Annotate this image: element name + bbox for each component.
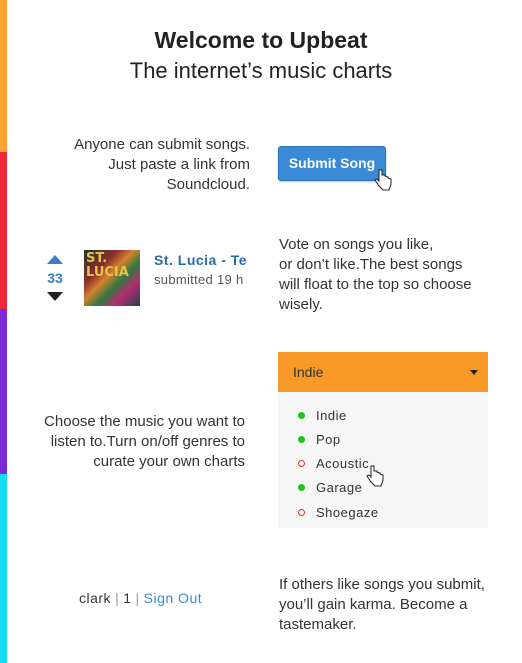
genre-option-indie[interactable]: Indie [298,408,347,423]
submit-text-line: Just paste a link from [108,156,250,173]
karma-count: 1 [123,590,132,606]
karma-text-line: If others like songs you submit, [279,576,485,593]
genre-option-acoustic[interactable]: Acoustic [298,456,369,471]
color-stripe-red [0,152,7,309]
karma-text-line: tastemaker. [279,616,357,633]
karma-description: If others like songs you submit, you’ll … [279,575,519,635]
triangle-up-icon[interactable] [47,255,63,264]
separator: | [135,590,140,606]
genre-description: Choose the music you want to listen to.T… [15,412,245,472]
vote-text-line: wisely. [279,296,323,313]
genre-label: Shoegaze [316,505,379,520]
genre-label: Pop [316,432,341,447]
genre-dropdown[interactable]: Indie [278,352,488,392]
user-info: clark | 1 | Sign Out [79,590,202,606]
genre-option-shoegaze[interactable]: Shoegaze [298,505,379,520]
song-title-link[interactable]: St. Lucia - Te [154,252,247,268]
vote-count: 33 [47,270,63,286]
genre-on-dot-icon [298,436,305,443]
genre-off-dot-icon [298,460,305,467]
submit-text-line: Anyone can submit songs. [74,136,250,153]
vote-text-line: will float to the top so choose [279,276,472,293]
vote-text-line: Vote on songs you like, [279,236,434,253]
genre-text-line: Choose the music you want to [44,413,245,430]
genre-label: Garage [316,480,363,495]
hand-cursor-icon [366,465,384,487]
karma-text-line: you’ll gain karma. Become a [279,596,468,613]
caret-down-icon [470,370,478,375]
username[interactable]: clark [79,590,111,606]
page-subtitle: The internet’s music charts [129,58,393,83]
genre-text-line: curate your own charts [93,453,245,470]
song-card: 33 ST. LUCIA St. Lucia - Te submitted 19… [40,250,250,310]
submit-song-button[interactable]: Submit Song [278,146,386,181]
dropdown-selected: Indie [293,364,324,380]
genre-option-garage[interactable]: Garage [298,480,362,495]
hand-cursor-icon [374,169,392,191]
submit-text-line: Soundcloud. [166,176,250,193]
vote-description: Vote on songs you like, or don’t like.Th… [279,235,519,315]
genre-text-line: listen to.Turn on/off genres to [50,433,245,450]
genre-on-dot-icon [298,484,305,491]
color-stripe-cyan [0,474,7,663]
genre-label: Indie [316,408,347,423]
song-thumbnail[interactable]: ST. LUCIA [84,250,140,306]
thumbnail-text: ST. LUCIA [86,251,129,280]
separator: | [115,590,120,606]
vote-text-line: or don’t like.The best songs [279,256,463,273]
genre-label: Acoustic [316,456,370,471]
genre-on-dot-icon [298,412,305,419]
sign-out-link[interactable]: Sign Out [144,590,202,606]
color-stripe-purple [0,309,7,474]
song-meta: submitted 19 h [154,272,244,287]
genre-list: Indie Pop Acoustic Garage Shoegaze [278,392,488,528]
genre-off-dot-icon [298,509,305,516]
triangle-down-icon[interactable] [47,292,63,301]
submit-description: Anyone can submit songs. Just paste a li… [20,135,250,195]
page-title: Welcome to Upbeat [154,27,368,53]
genre-option-pop[interactable]: Pop [298,432,341,447]
